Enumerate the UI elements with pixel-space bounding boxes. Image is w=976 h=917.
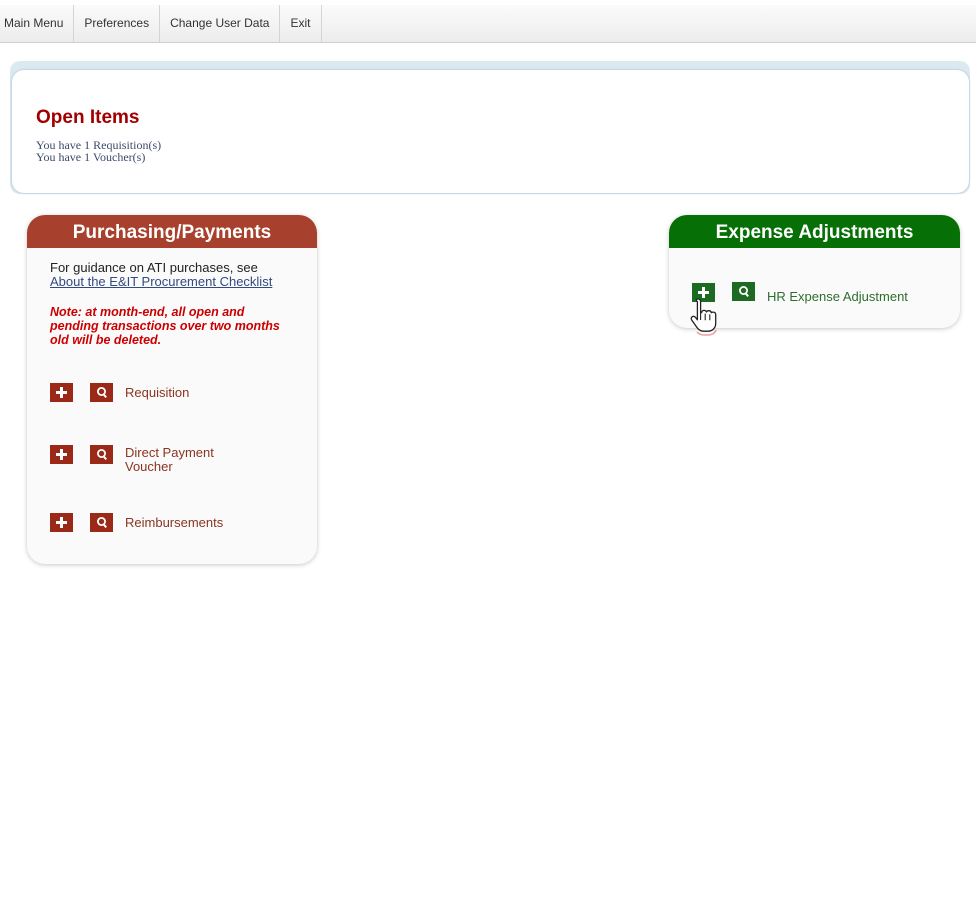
search-hr-expense-adjustment-button[interactable] — [732, 282, 755, 301]
search-icon — [96, 449, 107, 461]
plus-icon — [56, 517, 67, 528]
menu-item-exit[interactable]: Exit — [280, 5, 323, 42]
guidance-block: For guidance on ATI purchases, see About… — [50, 261, 272, 289]
hand-pointer-cursor-icon — [690, 298, 717, 336]
search-reimbursement-button[interactable] — [90, 513, 113, 532]
requisition-link[interactable]: Requisition — [125, 386, 189, 400]
guidance-text: For guidance on ATI purchases, see — [50, 260, 258, 275]
open-vouchers-text: You have 1 Voucher(s) — [36, 150, 146, 164]
add-direct-payment-voucher-button[interactable] — [50, 445, 73, 464]
top-menu-bar: Main Menu Preferences Change User Data E… — [0, 5, 976, 43]
hr-expense-adjustment-link[interactable]: HR Expense Adjustment — [767, 290, 908, 304]
plus-icon — [56, 387, 67, 398]
add-requisition-button[interactable] — [50, 383, 73, 402]
open-items-panel: Open Items You have 1 Requisition(s) You… — [12, 70, 969, 193]
purchasing-payments-header: Purchasing/Payments — [27, 215, 317, 248]
open-items-title: Open Items — [36, 107, 140, 128]
search-icon — [96, 387, 107, 399]
search-icon — [96, 517, 107, 529]
add-reimbursement-button[interactable] — [50, 513, 73, 532]
plus-icon — [56, 449, 67, 460]
reimbursements-link[interactable]: Reimbursements — [125, 516, 223, 530]
menu-item-preferences[interactable]: Preferences — [74, 5, 161, 42]
month-end-note: Note: at month-end, all open and pending… — [50, 305, 280, 347]
menu-item-main-menu[interactable]: Main Menu — [0, 5, 75, 42]
direct-payment-voucher-link[interactable]: Direct Payment Voucher — [125, 446, 235, 474]
purchasing-payments-panel: Purchasing/Payments For guidance on ATI … — [27, 215, 317, 564]
search-icon — [738, 286, 749, 298]
expense-adjustments-header: Expense Adjustments — [669, 215, 960, 248]
menu-item-change-user-data[interactable]: Change User Data — [160, 5, 281, 42]
search-direct-payment-voucher-button[interactable] — [90, 445, 113, 464]
search-requisition-button[interactable] — [90, 383, 113, 402]
procurement-checklist-link[interactable]: About the E&IT Procurement Checklist — [50, 274, 272, 289]
